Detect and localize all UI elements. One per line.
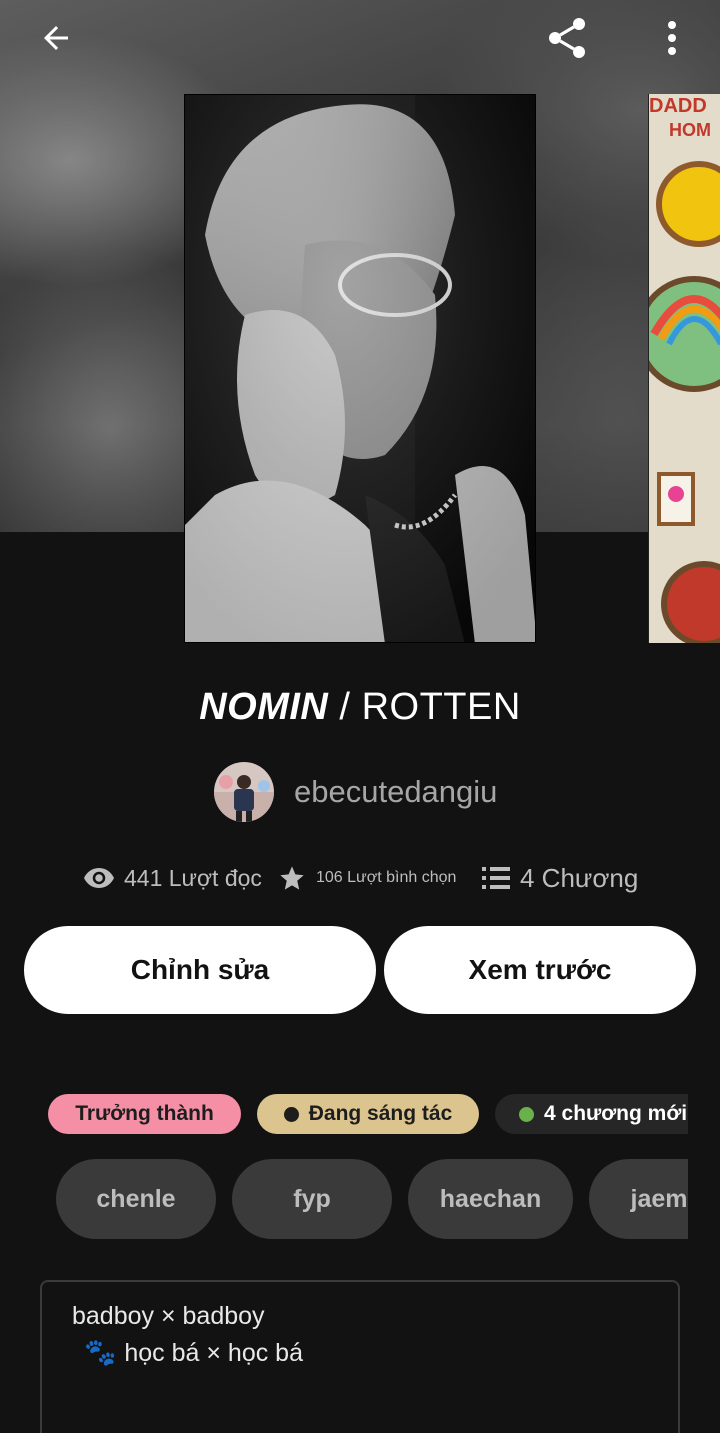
votes-stat: 106 Lượt bình chọn: [278, 858, 456, 898]
story-description: badboy × badboy 🐾 học bá × học bá: [40, 1280, 680, 1433]
tag-chip[interactable]: fyp: [232, 1159, 392, 1239]
tag-chip[interactable]: haechan: [408, 1159, 573, 1239]
status-badges: Trưởng thành Đang sáng tác 4 chương mới: [48, 1094, 688, 1136]
new-parts-badge-label: 4 chương mới: [544, 1102, 688, 1125]
story-stats: 441 Lượt đọc 106 Lượt bình chọn 4 Chương: [0, 858, 720, 898]
story-title: NOMIN / ROTTEN: [0, 680, 720, 734]
mature-badge: Trưởng thành: [48, 1094, 241, 1134]
tag-chip[interactable]: jaem: [589, 1159, 688, 1239]
story-title-rest: ROTTEN: [361, 686, 521, 728]
star-icon: [278, 864, 306, 892]
author-name: ebecutedangiu: [294, 774, 498, 809]
tag-list: chenle fyp haechan jaem: [56, 1159, 688, 1239]
reads-stat: 441 Lượt đọc: [84, 858, 262, 898]
description-line: badboy × badboy: [72, 1302, 265, 1330]
svg-text:DADD: DADD: [649, 95, 707, 117]
list-icon: [482, 866, 510, 890]
parts-stat: 4 Chương: [482, 858, 638, 898]
back-button[interactable]: [32, 14, 80, 62]
svg-text:HOM: HOM: [669, 120, 711, 140]
cover-image: [185, 95, 535, 642]
ongoing-badge-label: Đang sáng tác: [308, 1102, 453, 1125]
parts-count: 4 Chương: [520, 862, 639, 893]
green-dot-icon: [519, 1106, 534, 1122]
avatar: [214, 762, 274, 822]
mature-badge-label: Trưởng thành: [75, 1102, 214, 1125]
author-link[interactable]: ebecutedangiu: [214, 762, 497, 822]
story-title-bold: NOMIN: [199, 686, 329, 728]
preview-button[interactable]: Xem trước: [384, 926, 696, 1014]
dot-icon: [283, 1106, 299, 1122]
share-button[interactable]: [543, 14, 591, 62]
story-cover[interactable]: [184, 94, 536, 643]
tag-chip[interactable]: chenle: [56, 1159, 216, 1239]
description-line-2: 🐾 học bá × học bá: [72, 1334, 648, 1371]
more-vertical-icon: [668, 21, 676, 55]
new-parts-badge: 4 chương mới: [495, 1094, 688, 1134]
description-line-text: học bá × học bá: [124, 1339, 303, 1367]
reads-count: 441 Lượt đọc: [124, 864, 262, 891]
more-options-button[interactable]: [648, 14, 696, 62]
edit-button[interactable]: Chỉnh sửa: [24, 926, 376, 1014]
votes-count: 106 Lượt bình chọn: [316, 869, 457, 886]
eye-icon: [84, 867, 114, 889]
paw-prints-icon: 🐾: [84, 1337, 117, 1367]
story-title-separator: /: [328, 686, 362, 728]
next-cover[interactable]: DADD HOM: [648, 94, 720, 643]
ongoing-badge: Đang sáng tác: [257, 1094, 479, 1134]
next-cover-image: DADD HOM: [649, 94, 720, 643]
share-icon: [549, 18, 585, 58]
arrow-left-icon: [44, 26, 68, 50]
